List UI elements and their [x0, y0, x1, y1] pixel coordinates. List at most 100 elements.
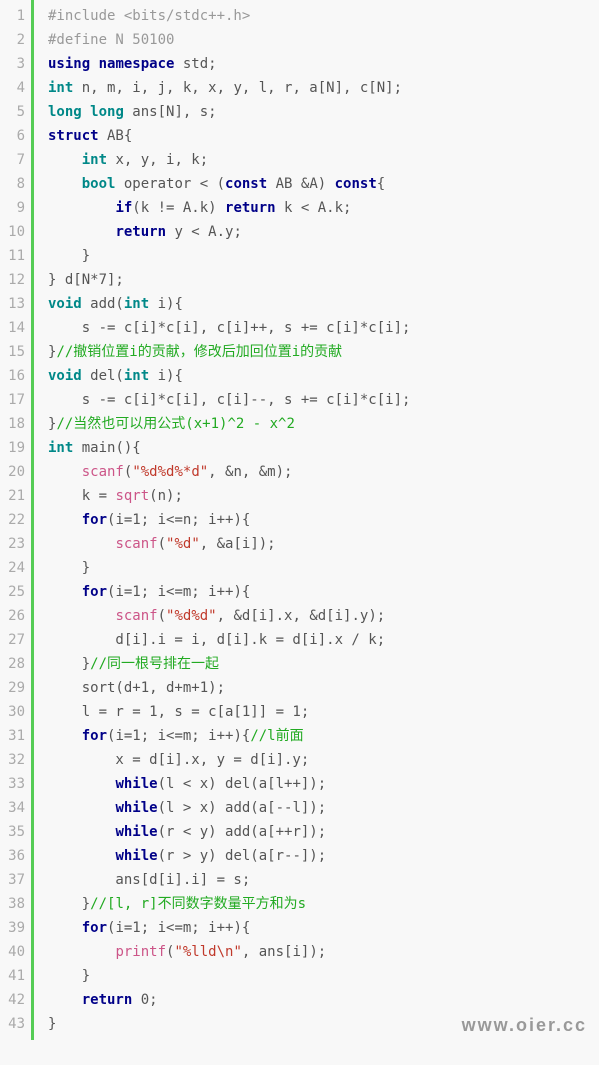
- token-pp: #include <bits/stdc++.h>: [48, 8, 250, 24]
- code-line: return 0;: [48, 988, 589, 1012]
- token-fn: x = d[i].x, y = d[i].y;: [48, 752, 309, 768]
- token-fn: [48, 152, 82, 168]
- token-fn: [48, 776, 115, 792]
- code-line: }//同一根号排在一起: [48, 652, 589, 676]
- line-number: 5: [4, 100, 25, 124]
- token-fn: (i=1; i<=m; i++){: [107, 728, 250, 744]
- token-fn: i){: [149, 368, 183, 384]
- code-line: while(r < y) add(a[++r]);: [48, 820, 589, 844]
- token-kw: return: [225, 200, 276, 216]
- token-str: "%lld\n": [174, 944, 241, 960]
- token-fn: ans[d[i].i] = s;: [48, 872, 250, 888]
- token-cm: //同一根号排在一起: [90, 656, 219, 672]
- token-fn: , &n, &m);: [208, 464, 292, 480]
- code-line: void del(int i){: [48, 364, 589, 388]
- token-kw: const: [225, 176, 267, 192]
- token-fn: s -= c[i]*c[i], c[i]++, s += c[i]*c[i];: [48, 320, 410, 336]
- line-number: 32: [4, 748, 25, 772]
- code-line: x = d[i].x, y = d[i].y;: [48, 748, 589, 772]
- token-fn: [48, 224, 115, 240]
- token-fn: (: [158, 608, 166, 624]
- line-number: 10: [4, 220, 25, 244]
- line-number: 13: [4, 292, 25, 316]
- token-fn: n, m, i, j, k, x, y, l, r, a[N], c[N];: [73, 80, 402, 96]
- token-fn: (i=1; i<=n; i++){: [107, 512, 250, 528]
- code-line: int main(){: [48, 436, 589, 460]
- token-fn: (r > y) del(a[r--]);: [158, 848, 327, 864]
- token-kw: while: [115, 800, 157, 816]
- line-number: 35: [4, 820, 25, 844]
- code-line: using namespace std;: [48, 52, 589, 76]
- token-ty: bool: [82, 176, 116, 192]
- line-number: 42: [4, 988, 25, 1012]
- token-cm: //撤销位置i的贡献，修改后加回位置i的贡献: [56, 344, 342, 360]
- code-line: bool operator < (const AB &A) const{: [48, 172, 589, 196]
- token-fn: l = r = 1, s = c[a[1]] = 1;: [48, 704, 309, 720]
- code-line: }: [48, 244, 589, 268]
- token-fn: operator < (: [115, 176, 225, 192]
- line-number: 21: [4, 484, 25, 508]
- line-number: 2: [4, 28, 25, 52]
- code-line: }//当然也可以用公式(x+1)^2 - x^2: [48, 412, 589, 436]
- token-fn: }: [48, 1016, 56, 1032]
- token-kw: while: [115, 824, 157, 840]
- token-fn: (k != A.k): [132, 200, 225, 216]
- code-line: for(i=1; i<=n; i++){: [48, 508, 589, 532]
- code-line: s -= c[i]*c[i], c[i]--, s += c[i]*c[i];: [48, 388, 589, 412]
- token-fn: [48, 920, 82, 936]
- token-kw: while: [115, 848, 157, 864]
- token-fn: }: [48, 968, 90, 984]
- token-fn: (r < y) add(a[++r]);: [158, 824, 327, 840]
- token-kw: for: [82, 920, 107, 936]
- token-kw: struct: [48, 128, 99, 144]
- token-kw: namespace: [99, 56, 175, 72]
- line-number: 4: [4, 76, 25, 100]
- token-kw: return: [115, 224, 166, 240]
- line-number: 14: [4, 316, 25, 340]
- line-number: 41: [4, 964, 25, 988]
- code-line: l = r = 1, s = c[a[1]] = 1;: [48, 700, 589, 724]
- line-number: 29: [4, 676, 25, 700]
- line-number: 26: [4, 604, 25, 628]
- code-line: struct AB{: [48, 124, 589, 148]
- code-line: scanf("%d%d", &d[i].x, &d[i].y);: [48, 604, 589, 628]
- line-number: 16: [4, 364, 25, 388]
- token-fn: (n);: [149, 488, 183, 504]
- line-number: 22: [4, 508, 25, 532]
- code-line: #define N 50100: [48, 28, 589, 52]
- token-fn: d[i].i = i, d[i].k = d[i].x / k;: [48, 632, 385, 648]
- token-cm: //l前面: [250, 728, 303, 744]
- line-number: 3: [4, 52, 25, 76]
- token-fn: (i=1; i<=m; i++){: [107, 920, 250, 936]
- line-number: 15: [4, 340, 25, 364]
- token-fn: s -= c[i]*c[i], c[i]--, s += c[i]*c[i];: [48, 392, 410, 408]
- token-fn: (l < x) del(a[l++]);: [158, 776, 327, 792]
- token-ty: int: [48, 440, 73, 456]
- code-line: return y < A.y;: [48, 220, 589, 244]
- token-fn: [48, 848, 115, 864]
- code-line: scanf("%d%d%*d", &n, &m);: [48, 460, 589, 484]
- line-number: 8: [4, 172, 25, 196]
- token-kw: while: [115, 776, 157, 792]
- code-line: }: [48, 964, 589, 988]
- token-kw: for: [82, 728, 107, 744]
- line-number: 11: [4, 244, 25, 268]
- token-fn: AB &A): [267, 176, 334, 192]
- token-fn: i){: [149, 296, 183, 312]
- code-line: int n, m, i, j, k, x, y, l, r, a[N], c[N…: [48, 76, 589, 100]
- code-line: ans[d[i].i] = s;: [48, 868, 589, 892]
- token-kw: for: [82, 584, 107, 600]
- token-kw: const: [335, 176, 377, 192]
- token-ty: long: [48, 104, 82, 120]
- token-fn: [48, 824, 115, 840]
- token-fn: [82, 104, 90, 120]
- line-number: 20: [4, 460, 25, 484]
- code-line: for(i=1; i<=m; i++){//l前面: [48, 724, 589, 748]
- code-line: for(i=1; i<=m; i++){: [48, 580, 589, 604]
- code-line: }: [48, 556, 589, 580]
- line-number: 34: [4, 796, 25, 820]
- line-number: 43: [4, 1012, 25, 1036]
- token-fn: [48, 536, 115, 552]
- token-fn: [48, 992, 82, 1008]
- token-fn: (: [158, 536, 166, 552]
